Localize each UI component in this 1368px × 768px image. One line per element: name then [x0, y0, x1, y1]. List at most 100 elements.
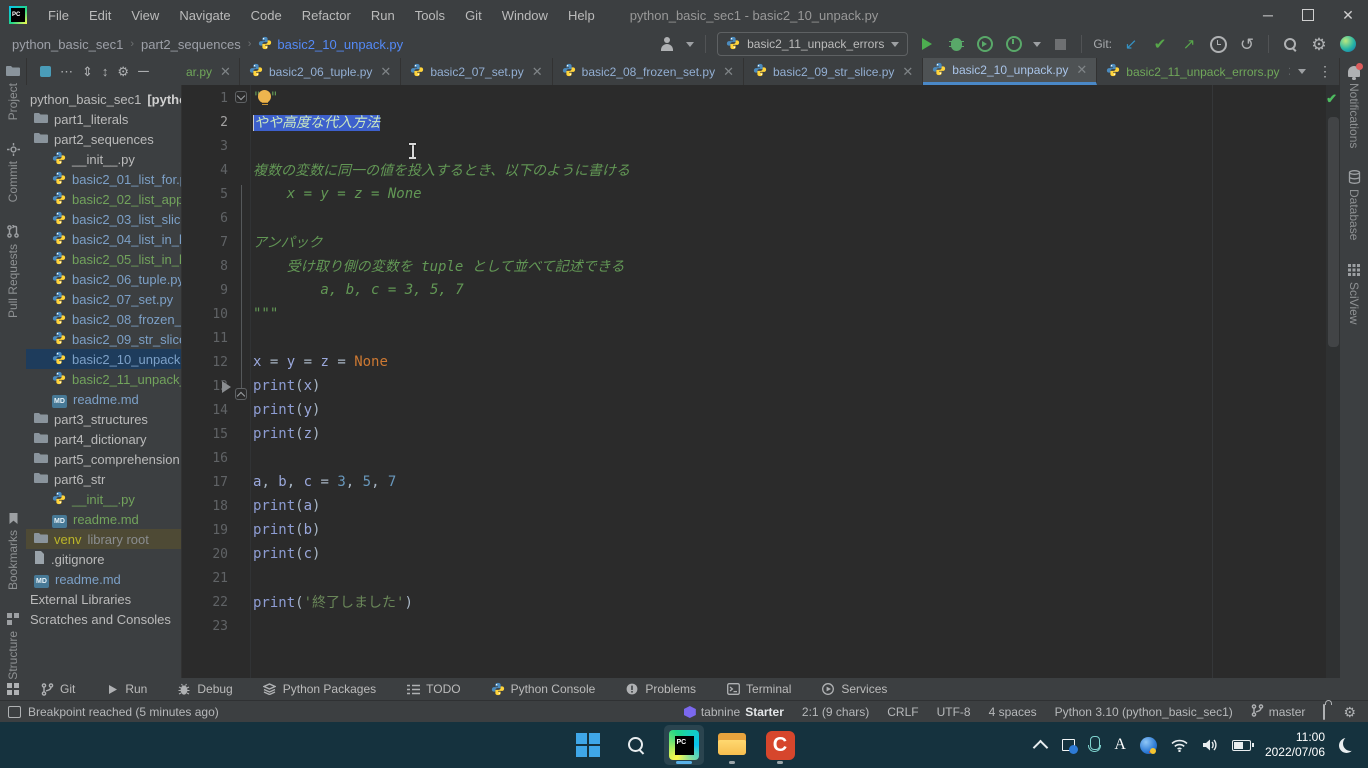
line-number[interactable]: 17	[182, 475, 232, 490]
tree-item-basic2_05_list_in_list_v[interactable]: basic2_05_list_in_list_v	[26, 249, 181, 269]
tab-close-icon[interactable]: ✕	[723, 64, 734, 80]
breadcrumb-item[interactable]: basic2_10_unpack.py	[258, 36, 403, 53]
editor-scrollbar[interactable]	[1326, 85, 1340, 678]
code-text[interactable]: """	[250, 306, 278, 322]
tab-basic2_11_unpack_errors-py[interactable]: basic2_11_unpack_errors.py✕	[1097, 58, 1290, 85]
line-number[interactable]: 20	[182, 547, 232, 562]
microphone-icon[interactable]	[1090, 736, 1100, 754]
tree-item-readme-md[interactable]: MDreadme.md	[26, 509, 181, 529]
code-text[interactable]: x = y = z = None	[250, 186, 422, 202]
line-number[interactable]: 4	[182, 163, 232, 178]
code-text[interactable]: print(y)	[250, 402, 320, 418]
editor-line-11[interactable]: 11	[182, 326, 1326, 350]
toolwindow-python-packages[interactable]: Python Packages	[263, 682, 376, 696]
status-tabnine[interactable]: tabnineStarter	[684, 705, 784, 719]
tree-item-readme-md[interactable]: MDreadme.md	[26, 569, 181, 589]
menu-view[interactable]: View	[122, 5, 168, 26]
tree-item-basic2_08_frozen_set-p[interactable]: basic2_08_frozen_set.p	[26, 309, 181, 329]
kebab-menu-icon[interactable]: ⋮	[1318, 63, 1332, 80]
profile-sphere-button[interactable]	[1338, 34, 1358, 54]
tray-expand-chevron-icon[interactable]	[1035, 738, 1046, 753]
debug-button[interactable]	[946, 34, 966, 54]
search-everywhere-button[interactable]	[1280, 34, 1300, 54]
menu-edit[interactable]: Edit	[80, 5, 120, 26]
stripe-item-database[interactable]: Database	[1347, 164, 1361, 246]
status-4-spaces[interactable]: 4 spaces	[989, 705, 1037, 719]
tree-item-venv[interactable]: venv library root	[26, 529, 181, 549]
code-text[interactable]: print(x)	[250, 378, 320, 394]
code-text[interactable]: print(z)	[250, 426, 320, 442]
minimize-button[interactable]: ─	[1248, 0, 1288, 30]
status-lock-icon[interactable]	[1323, 705, 1325, 719]
code-text[interactable]: print(c)	[250, 546, 320, 562]
battery-icon[interactable]	[1232, 740, 1251, 751]
editor-line-21[interactable]: 21	[182, 566, 1326, 590]
menu-window[interactable]: Window	[493, 5, 557, 26]
tree-item-External-Libraries[interactable]: External Libraries	[26, 589, 181, 609]
toolwindow-run[interactable]: Run	[105, 682, 147, 696]
status-message[interactable]: Breakpoint reached (5 minutes ago)	[0, 705, 219, 719]
tree-item-basic2_07_set-py[interactable]: basic2_07_set.py	[26, 289, 181, 309]
tab-basic2_10_unpack-py[interactable]: basic2_10_unpack.py✕	[923, 58, 1097, 85]
editor-line-16[interactable]: 16	[182, 446, 1326, 470]
editor-line-3[interactable]: 3	[182, 134, 1326, 158]
maximize-button[interactable]	[1288, 0, 1328, 30]
pycharm-taskbar-icon[interactable]: PC	[664, 725, 704, 765]
tree-item-basic2_06_tuple-py[interactable]: basic2_06_tuple.py	[26, 269, 181, 289]
line-number[interactable]: 12	[182, 355, 232, 370]
stop-button[interactable]	[1050, 34, 1070, 54]
line-number[interactable]: 7	[182, 235, 232, 250]
explorer-taskbar-icon[interactable]	[712, 725, 752, 765]
line-number[interactable]: 8	[182, 259, 232, 274]
view-mode-icon[interactable]	[40, 66, 51, 77]
line-number[interactable]: 18	[182, 499, 232, 514]
editor-line-23[interactable]: 23	[182, 614, 1326, 638]
inspections-ok-icon[interactable]: ✔	[1326, 91, 1337, 107]
line-number[interactable]: 5	[182, 187, 232, 202]
tree-item-python_basic_sec1[interactable]: python_basic_sec1 [python_b	[26, 89, 181, 109]
editor-line-9[interactable]: 9 a, b, c = 3, 5, 7	[182, 278, 1326, 302]
profiler-button[interactable]	[1004, 34, 1024, 54]
status-gear-icon[interactable]: ⚙	[1343, 704, 1356, 721]
close-button[interactable]: ✕	[1328, 0, 1368, 30]
editor-line-6[interactable]: 6	[182, 206, 1326, 230]
editor-line-13[interactable]: 13print(x)	[182, 374, 1326, 398]
camtasia-taskbar-icon[interactable]: C	[760, 725, 800, 765]
tree-item-part6_str[interactable]: part6_str	[26, 469, 181, 489]
tree-item-basic2_02_list_append-[interactable]: basic2_02_list_append.	[26, 189, 181, 209]
search-button[interactable]	[616, 725, 656, 765]
stripe-item-pull-requests[interactable]: Pull Requests	[6, 219, 20, 324]
tool-window-layout-icon[interactable]	[0, 678, 26, 700]
code-text[interactable]: print(a)	[250, 498, 320, 514]
code-text[interactable]: x = y = z = None	[250, 354, 388, 370]
coverage-button[interactable]	[975, 34, 995, 54]
history-button[interactable]	[1208, 34, 1228, 54]
line-number[interactable]: 23	[182, 619, 232, 634]
fold-marker-close[interactable]	[235, 388, 247, 400]
tree-item-part2_sequences[interactable]: part2_sequences	[26, 129, 181, 149]
toolwindow-git[interactable]: Git	[40, 682, 75, 696]
editor-line-10[interactable]: 10"""	[182, 302, 1326, 326]
code-text[interactable]: print('終了しました')	[250, 592, 413, 612]
tab-basic2_09_str_slice-py[interactable]: basic2_09_str_slice.py✕	[744, 58, 923, 85]
menu-run[interactable]: Run	[362, 5, 404, 26]
code-editor[interactable]: 1"""2やや高度な代入方法34複数の変数に同一の値を投入するとき、以下のように…	[182, 85, 1340, 678]
hide-panel-icon[interactable]: ─	[138, 64, 149, 79]
run-configuration-select[interactable]: basic2_11_unpack_errors	[717, 32, 908, 56]
toolwindow-debug[interactable]: Debug	[177, 682, 232, 696]
tab-ar-py[interactable]: ar.py✕	[182, 58, 240, 85]
git-update-button[interactable]: ↙	[1121, 34, 1141, 54]
start-button[interactable]	[568, 725, 608, 765]
scrollbar-thumb[interactable]	[1328, 117, 1339, 347]
tab-close-icon[interactable]: ✕	[902, 64, 913, 80]
profiler-dropdown-chevron-icon[interactable]	[1033, 42, 1041, 47]
focus-assist-moon-icon[interactable]	[1339, 738, 1354, 753]
tree-item-basic2_03_list_slice-py[interactable]: basic2_03_list_slice.py	[26, 209, 181, 229]
menu-file[interactable]: File	[39, 5, 78, 26]
line-number[interactable]: 1	[182, 91, 232, 106]
tree-item-basic2_04_list_in_list-py[interactable]: basic2_04_list_in_list.py	[26, 229, 181, 249]
toolwindow-python-console[interactable]: Python Console	[491, 682, 596, 696]
toolwindow-terminal[interactable]: Terminal	[726, 682, 791, 696]
intention-bulb-icon[interactable]	[258, 90, 271, 103]
tree-item-part1_literals[interactable]: part1_literals	[26, 109, 181, 129]
